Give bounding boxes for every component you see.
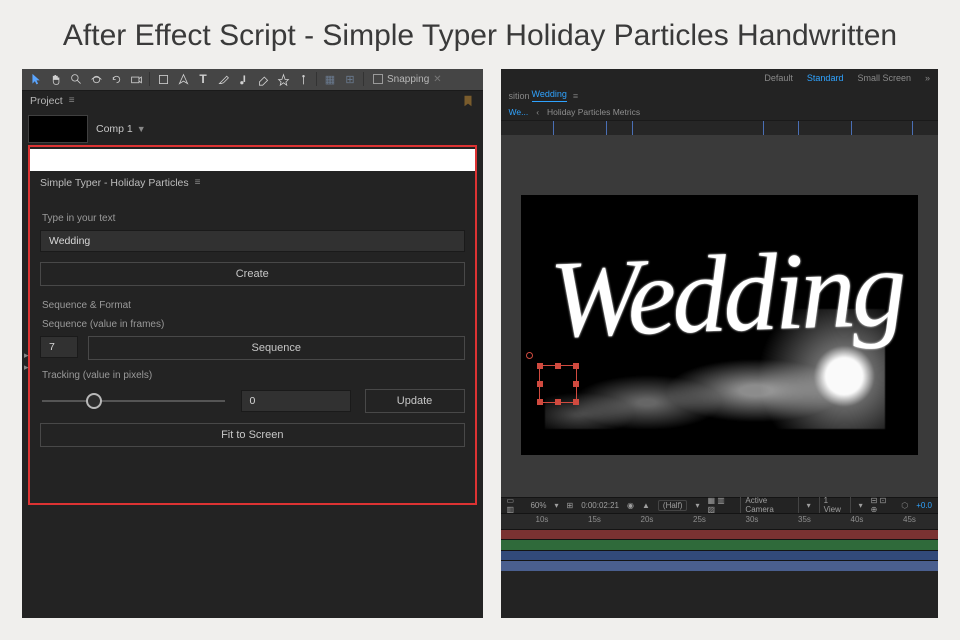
type-tool-icon[interactable]: T xyxy=(193,69,213,89)
rotate-tool-icon[interactable] xyxy=(106,69,126,89)
align-tool-icon[interactable]: ▦ xyxy=(320,69,340,89)
resolution-select[interactable]: (Half) xyxy=(658,500,688,511)
composition-tabs: sition Wedding ≡ xyxy=(501,87,938,105)
rendered-text: Wedding xyxy=(548,232,905,354)
sequence-label: Sequence (value in frames) xyxy=(42,319,463,330)
workspace-more-icon[interactable]: » xyxy=(925,73,930,83)
snapping-toggle[interactable]: Snapping ✕ xyxy=(373,74,442,85)
pen-tool-icon[interactable] xyxy=(173,69,193,89)
zoom-value[interactable]: 60% xyxy=(530,501,546,510)
sequence-button[interactable]: Sequence xyxy=(88,336,465,360)
brush-tool-icon[interactable] xyxy=(213,69,233,89)
snapshot-icon[interactable]: ◉ xyxy=(627,501,634,510)
text-input[interactable]: Wedding xyxy=(40,230,465,252)
section-heading: Sequence & Format xyxy=(42,300,463,311)
script-panel-title: Simple Typer - Holiday Particles ≡ xyxy=(30,171,475,195)
preview-icon[interactable]: ▲ xyxy=(642,501,650,510)
comp-thumbnail xyxy=(28,115,88,143)
exposure-value[interactable]: +0.0 xyxy=(916,501,932,510)
selection-tool-icon[interactable] xyxy=(26,69,46,89)
bookmark-icon xyxy=(461,94,475,108)
project-panel-header: Project ≡ xyxy=(22,91,483,111)
timeline-track[interactable] xyxy=(501,560,938,571)
graph-tool-icon[interactable]: ⊞ xyxy=(340,69,360,89)
timeline-track[interactable] xyxy=(501,529,938,540)
zoom-tool-icon[interactable] xyxy=(66,69,86,89)
eraser-tool-icon[interactable] xyxy=(253,69,273,89)
composition-viewport[interactable]: Wedding xyxy=(501,135,938,497)
sequence-value-input[interactable]: 7 xyxy=(40,336,78,358)
comp-item[interactable]: Comp 1 ▼ xyxy=(22,111,483,145)
timeline-ruler[interactable]: 10s 15s 20s 25s 30s 35s 40s 45s xyxy=(501,513,938,529)
composition-preview-panel: Default Standard Small Screen » sition W… xyxy=(501,69,938,619)
workspace-small[interactable]: Small Screen xyxy=(857,73,911,83)
page-title: After Effect Script - Simple Typer Holid… xyxy=(0,0,960,65)
timeline-track[interactable] xyxy=(501,539,938,550)
tracking-value-input[interactable]: 0 xyxy=(241,390,351,412)
transform-gizmo[interactable] xyxy=(539,365,577,403)
script-panel-screenshot: T ▦ ⊞ Snapping ✕ Project ≡ Comp 1 ▼ ▸▸ xyxy=(22,69,483,619)
text-input-label: Type in your text xyxy=(42,213,463,224)
shape-tool-icon[interactable] xyxy=(153,69,173,89)
orbit-tool-icon[interactable] xyxy=(86,69,106,89)
breadcrumb: We... ‹ Holiday Particles Metrics xyxy=(501,105,938,121)
workspace-standard[interactable]: Standard xyxy=(807,73,844,83)
highlighted-script-panel: Simple Typer - Holiday Particles ≡ Type … xyxy=(28,145,477,505)
viewport-footer: ▭ ▥ 60% ▾ ⊞ 0:00:02:21 ◉ ▲ (Half) ▾ ▦ ▥ … xyxy=(501,497,938,513)
render-stage: Wedding xyxy=(521,195,918,455)
workspace-switcher: Default Standard Small Screen » xyxy=(501,69,938,87)
clone-tool-icon[interactable] xyxy=(233,69,253,89)
comp-tab-wedding[interactable]: Wedding xyxy=(532,89,567,102)
ae-toolbar: T ▦ ⊞ Snapping ✕ xyxy=(22,69,483,91)
hand-tool-icon[interactable] xyxy=(46,69,66,89)
workspace-default[interactable]: Default xyxy=(764,73,793,83)
panel-collapse-arrows[interactable]: ▸▸ xyxy=(24,349,29,373)
viewport-ruler xyxy=(501,121,938,135)
puppet-tool-icon[interactable] xyxy=(293,69,313,89)
timecode-value[interactable]: 0:00:02:21 xyxy=(581,501,619,510)
camera-tool-icon[interactable] xyxy=(126,69,146,89)
create-button[interactable]: Create xyxy=(40,262,465,286)
tracking-label: Tracking (value in pixels) xyxy=(42,370,463,381)
timeline-track[interactable] xyxy=(501,550,938,561)
fit-to-screen-button[interactable]: Fit to Screen xyxy=(40,423,465,447)
footer-left-icons[interactable]: ▭ ▥ xyxy=(507,496,523,514)
breadcrumb-current[interactable]: We... xyxy=(509,107,529,117)
tracking-slider[interactable] xyxy=(40,390,227,412)
roto-tool-icon[interactable] xyxy=(273,69,293,89)
timeline-tracks[interactable] xyxy=(501,529,938,571)
update-button[interactable]: Update xyxy=(365,389,465,413)
search-bar[interactable] xyxy=(30,149,475,171)
breadcrumb-sub[interactable]: Holiday Particles Metrics xyxy=(547,107,640,117)
